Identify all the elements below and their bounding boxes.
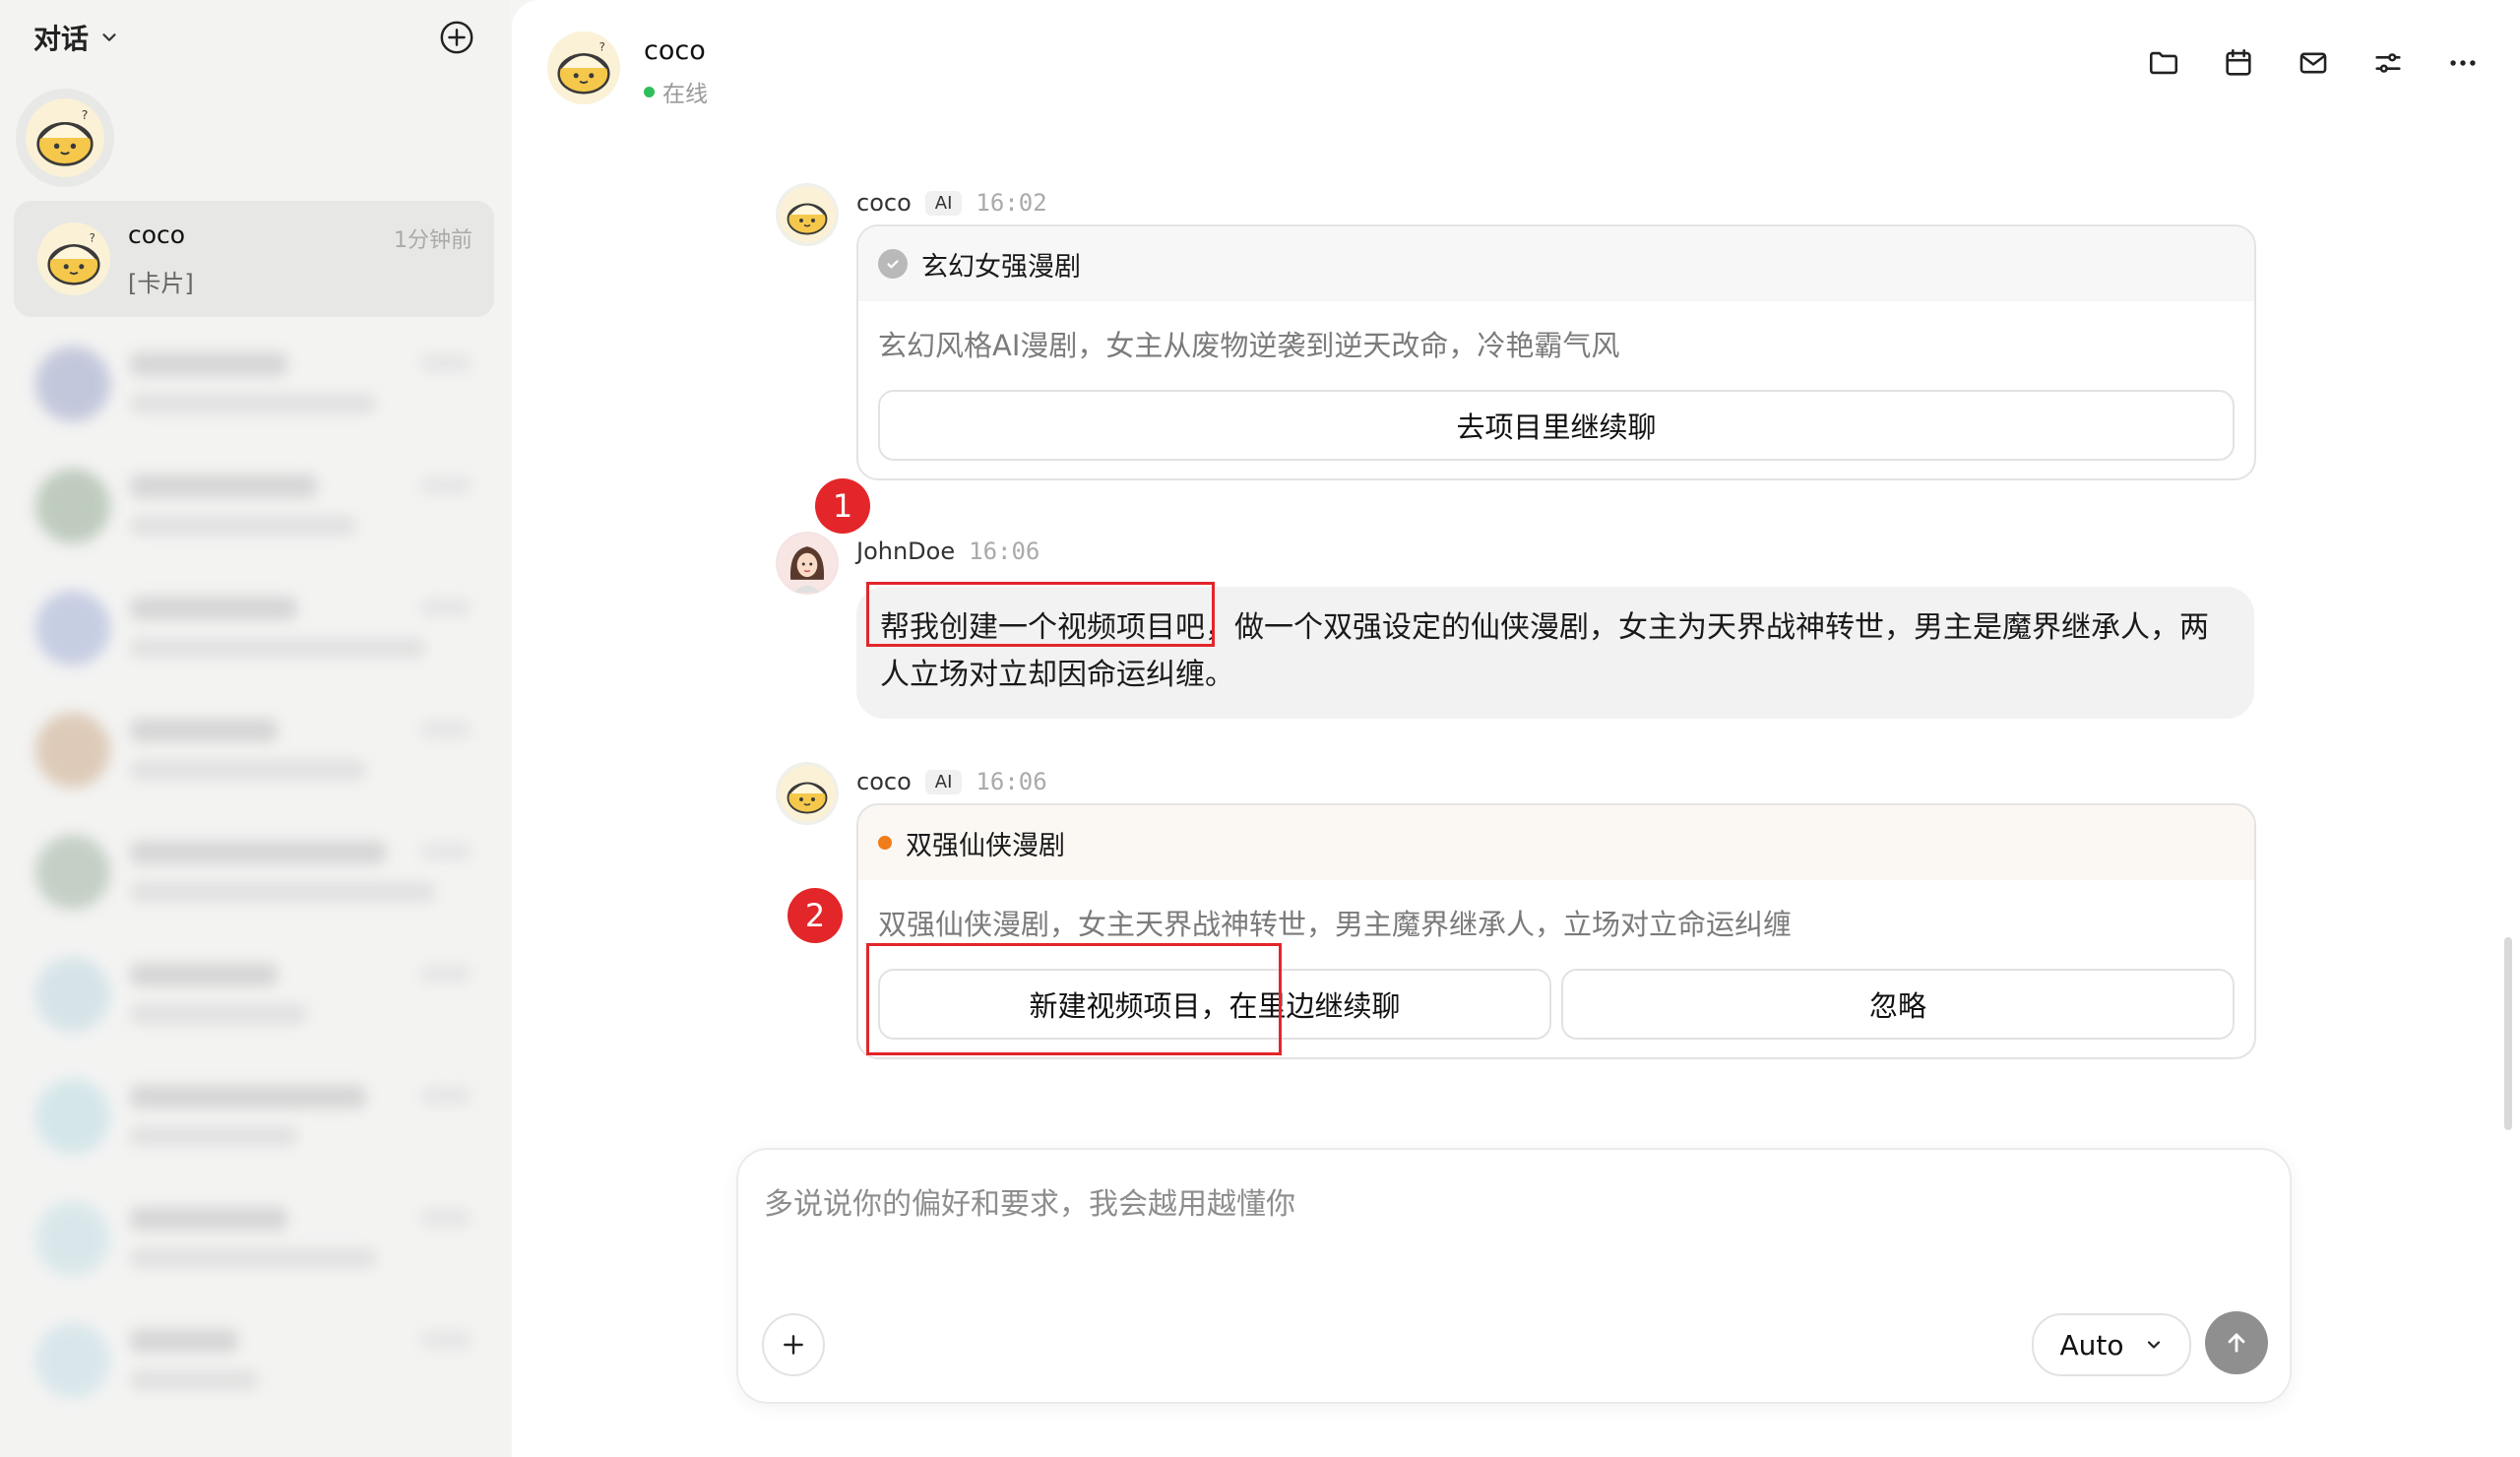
plus-circle-icon: [440, 21, 473, 54]
card-header: 玄幻女强漫剧: [858, 226, 2254, 301]
list-item[interactable]: [14, 447, 494, 569]
list-item[interactable]: [14, 325, 494, 447]
message-meta: coco AI 16:06: [856, 768, 1047, 795]
chevron-down-icon: [2147, 1341, 2160, 1349]
status-text: 在线: [662, 82, 708, 107]
calendar-button[interactable]: [2221, 45, 2256, 81]
plus-icon: [784, 1335, 803, 1355]
arrow-up-icon: [2228, 1333, 2245, 1353]
files-button[interactable]: [2146, 45, 2181, 81]
continue-in-project-button[interactable]: 去项目里继续聊: [878, 390, 2235, 461]
card-header: 双强仙侠漫剧: [858, 805, 2254, 880]
folder-icon: [2149, 51, 2178, 75]
svg-text:?: ?: [599, 39, 605, 53]
new-conversation-button[interactable]: [435, 16, 478, 59]
ignore-button[interactable]: 忽略: [1561, 969, 2235, 1040]
ai-badge: AI: [924, 190, 963, 216]
message-time: 16:02: [976, 189, 1047, 217]
calendar-icon: [2226, 48, 2251, 76]
list-item[interactable]: [14, 1301, 494, 1424]
list-item[interactable]: [14, 813, 494, 935]
send-button[interactable]: [2205, 1311, 2268, 1374]
highlight-box-request: [866, 582, 1215, 647]
composer-placeholder[interactable]: 多说说你的偏好和要求，我会越用越懂你: [764, 1179, 1295, 1223]
user-avatar-icon: [778, 534, 837, 593]
list-item[interactable]: [14, 1057, 494, 1179]
avatar: ?: [35, 221, 112, 297]
list-item[interactable]: [14, 691, 494, 813]
mail-button[interactable]: [2296, 45, 2331, 81]
check-circle-icon: [878, 249, 908, 279]
conversation-item-coco[interactable]: ? coco [卡片] 1分钟前: [14, 201, 494, 317]
blurred-conversation-list: [14, 325, 494, 1424]
attach-button[interactable]: [762, 1313, 825, 1376]
chat-panel: ? coco 在线 coco AI 16:02 玄幻女强漫剧 玄幻风格AI漫剧，…: [512, 0, 2520, 1457]
message-meta: coco AI 16:02: [856, 189, 1047, 217]
list-item[interactable]: [14, 569, 494, 691]
more-icon: [2450, 60, 2476, 66]
avatar[interactable]: [776, 183, 839, 246]
sender-name: JohnDoe: [856, 538, 956, 565]
sender-name: coco: [856, 768, 912, 795]
agent-avatar[interactable]: ?: [16, 89, 114, 187]
step-marker-2: 2: [788, 888, 843, 943]
card-title: 玄幻女强漫剧: [921, 251, 1081, 283]
chevron-down-icon: [102, 33, 116, 41]
online-status: 在线: [644, 75, 708, 108]
list-item[interactable]: [14, 935, 494, 1057]
settings-button[interactable]: [2370, 45, 2406, 81]
card-title: 双强仙侠漫剧: [906, 830, 1065, 861]
model-mode-select[interactable]: Auto: [2032, 1313, 2191, 1376]
online-dot-icon: [644, 86, 655, 97]
svg-text:?: ?: [90, 230, 95, 244]
conversation-filter-dropdown[interactable]: 对话: [33, 18, 120, 57]
conversation-time: 1分钟前: [394, 228, 472, 253]
message-meta: JohnDoe 16:06: [856, 538, 1040, 565]
conversation-name: coco: [128, 221, 186, 249]
message-composer[interactable]: 多说说你的偏好和要求，我会越用越懂你 Auto: [736, 1148, 2292, 1404]
avatar[interactable]: [776, 762, 839, 825]
settings-sliders-icon: [2375, 53, 2401, 73]
ai-badge: AI: [924, 769, 963, 794]
message-time: 16:06: [976, 768, 1047, 795]
header-toolbar: [2146, 45, 2481, 81]
more-button[interactable]: [2445, 45, 2481, 81]
scrollbar[interactable]: [2504, 937, 2512, 1130]
highlight-box-create-button: [866, 943, 1282, 1055]
card-description: 玄幻风格AI漫剧，女主从废物逆袭到逆天改命，冷艳霸气风: [878, 329, 1620, 362]
coco-avatar-icon: [779, 765, 836, 822]
sidebar-title: 对话: [33, 23, 90, 55]
mail-icon: [2300, 52, 2327, 74]
list-item[interactable]: [14, 1179, 494, 1301]
step-marker-1: 1: [815, 478, 870, 534]
project-card: 玄幻女强漫剧 玄幻风格AI漫剧，女主从废物逆袭到逆天改命，冷艳霸气风 去项目里继…: [856, 224, 2256, 480]
coco-avatar-icon: [779, 186, 836, 243]
chat-header-avatar[interactable]: ?: [545, 30, 622, 106]
card-description: 双强仙侠漫剧，女主天界战神转世，男主魔界继承人，立场对立命运纠缠: [878, 908, 1793, 941]
avatar[interactable]: [776, 532, 839, 595]
svg-text:?: ?: [82, 107, 89, 122]
pending-dot-icon: [878, 836, 892, 850]
coco-avatar-icon: ?: [26, 98, 104, 177]
mode-label: Auto: [2059, 1328, 2124, 1362]
coco-avatar-icon: ?: [546, 31, 621, 105]
sidebar: 对话 ? ? coco [卡片] 1分钟前: [0, 0, 510, 1457]
coco-avatar-icon: ?: [36, 222, 111, 296]
app-window: 对话 ? ? coco [卡片] 1分钟前 ? coco 在线 coco AI …: [0, 0, 2520, 1457]
chat-title: coco: [644, 35, 706, 66]
message-time: 16:06: [969, 538, 1040, 565]
conversation-preview: [卡片]: [128, 270, 194, 297]
sender-name: coco: [856, 189, 912, 217]
